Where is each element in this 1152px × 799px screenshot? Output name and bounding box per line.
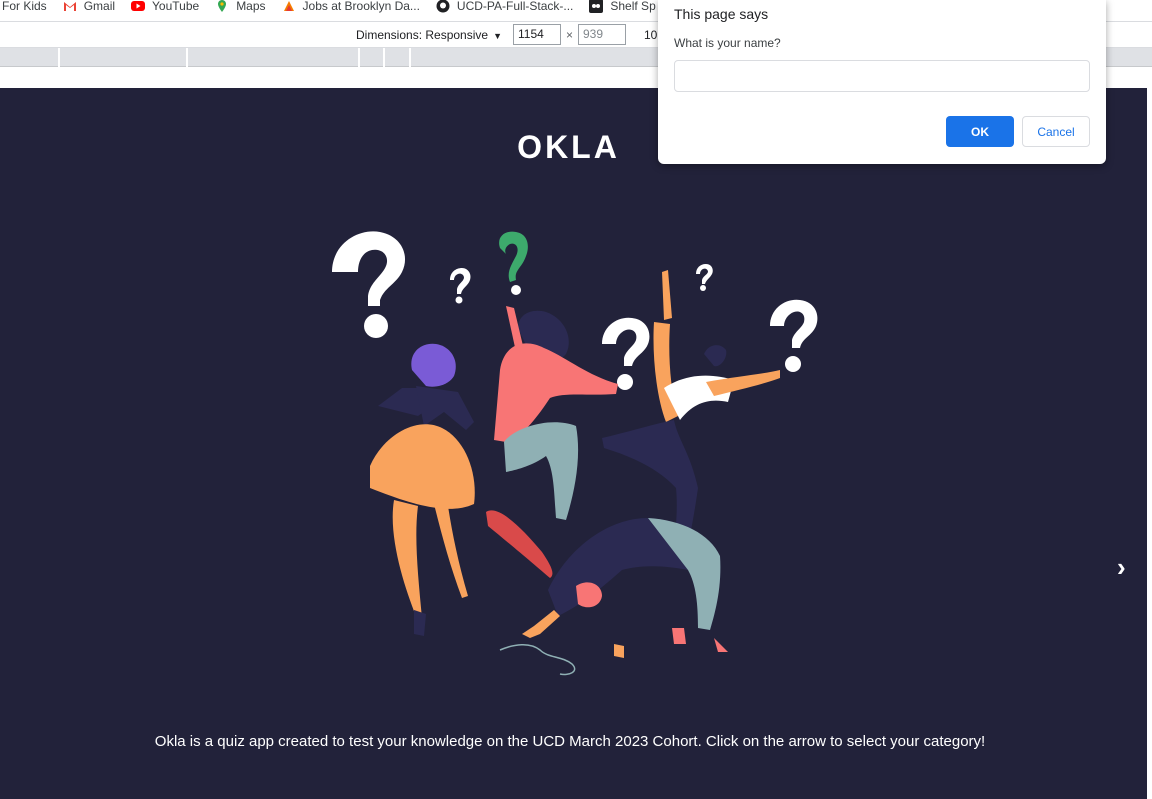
bookmark-shelf[interactable]: Shelf Sp (581, 0, 663, 17)
prompt-dialog: This page says What is your name? OK Can… (658, 0, 1106, 164)
question-mark-icon (770, 299, 818, 372)
question-mark-icon (499, 231, 528, 282)
dialog-title: This page says (674, 6, 769, 22)
bookmark-label: Gmail (83, 0, 116, 13)
maps-icon (218, 0, 227, 12)
question-mark-icon (332, 231, 406, 338)
height-input[interactable]: 939 (578, 24, 626, 45)
question-mark-icon (450, 268, 471, 304)
person-figure (602, 270, 780, 560)
width-input[interactable]: 1154 (513, 24, 561, 45)
bookmark-label: Maps (236, 0, 266, 13)
ruler-divider (186, 48, 188, 67)
ruler-divider (383, 48, 385, 67)
ok-button[interactable]: OK (946, 116, 1014, 147)
bookmark-youtube[interactable]: YouTube (123, 0, 207, 17)
next-arrow-button[interactable]: › (1117, 552, 1126, 583)
person-figure (499, 518, 728, 676)
bookmark-label: Jobs at Brooklyn Da... (302, 0, 420, 13)
ruler-divider (358, 48, 360, 67)
intro-text: Okla is a quiz app created to test your … (154, 733, 986, 750)
bookmark-jobs[interactable]: Jobs at Brooklyn Da... (274, 0, 428, 17)
bookmark-github[interactable]: UCD-PA-Full-Stack-... (428, 0, 581, 17)
bookmark-gmail[interactable]: Gmail (55, 0, 123, 17)
bookmark-label: For Kids (2, 0, 47, 13)
bookmark-for-kids[interactable]: For Kids (0, 0, 55, 17)
bookmark-label: Shelf Sp (610, 0, 656, 13)
bookmark-label: YouTube (152, 0, 200, 13)
quiz-page: OKLA › Okla is a quiz app created to tes… (0, 88, 1147, 799)
person-figure (370, 343, 475, 636)
gmail-icon (63, 1, 76, 11)
jobs-icon (283, 0, 294, 11)
caret-down-icon: ▼ (493, 31, 502, 41)
times-separator: × (566, 28, 574, 42)
name-input[interactable] (674, 60, 1090, 92)
zoom-dropdown[interactable]: 10 (644, 28, 657, 42)
dimensions-dropdown[interactable]: Dimensions: Responsive ▼ (356, 28, 502, 42)
dialog-message: What is your name? (674, 36, 781, 50)
question-mark-icon (696, 264, 713, 291)
ruler-divider (58, 48, 60, 67)
people-with-question-marks-illustration (332, 231, 818, 676)
question-mark-icon (602, 317, 650, 390)
github-icon (436, 0, 450, 12)
cancel-button[interactable]: Cancel (1022, 116, 1090, 147)
ruler-divider (409, 48, 411, 67)
shelf-icon (589, 0, 604, 13)
bookmark-maps[interactable]: Maps (207, 0, 273, 17)
bookmark-label: UCD-PA-Full-Stack-... (456, 0, 574, 13)
dimensions-label: Dimensions: Responsive (356, 28, 489, 42)
youtube-icon (131, 0, 146, 11)
